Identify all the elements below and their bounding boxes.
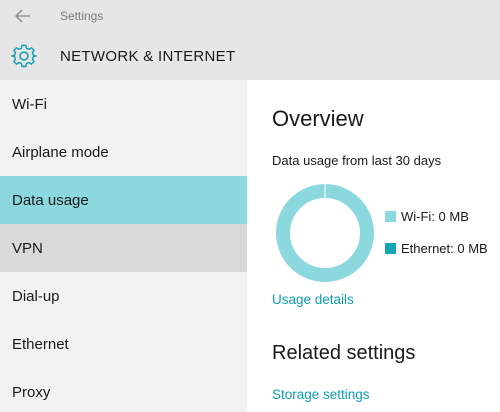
legend-swatch xyxy=(385,243,396,254)
sidebar-item-label: Wi-Fi xyxy=(12,95,47,113)
usage-details-link[interactable]: Usage details xyxy=(272,292,354,307)
sidebar-item-label: Proxy xyxy=(12,383,51,401)
back-button[interactable] xyxy=(12,6,34,26)
sidebar-item-label: Ethernet xyxy=(12,335,69,353)
legend-label: Wi-Fi: 0 MB xyxy=(401,209,469,224)
data-usage-caption: Data usage from last 30 days xyxy=(272,153,442,168)
sidebar: Wi-Fi Airplane mode Data usage VPN Dial-… xyxy=(0,80,247,412)
overview-heading: Overview xyxy=(272,106,364,131)
sidebar-item-data-usage[interactable]: Data usage xyxy=(0,176,247,224)
settings-window: Settings NETWORK & INTERNET Wi-Fi Airpla… xyxy=(0,0,500,412)
sidebar-item-vpn[interactable]: VPN xyxy=(0,224,247,272)
window-title: Settings xyxy=(60,9,104,23)
sidebar-item-label: VPN xyxy=(12,239,43,257)
donut-ring xyxy=(276,184,374,282)
chart-legend: Wi-Fi: 0 MB Ethernet: 0 MB xyxy=(385,208,488,272)
title-bar: Settings xyxy=(0,0,500,32)
sidebar-item-label: Dial-up xyxy=(12,287,60,305)
page-title: NETWORK & INTERNET xyxy=(60,48,236,65)
sidebar-item-proxy[interactable]: Proxy xyxy=(0,368,247,412)
sidebar-item-label: Airplane mode xyxy=(12,143,109,161)
main-content: Overview Data usage from last 30 days Wi… xyxy=(247,80,500,412)
sidebar-item-wifi[interactable]: Wi-Fi xyxy=(0,80,247,128)
sidebar-item-dial-up[interactable]: Dial-up xyxy=(0,272,247,320)
page-header: NETWORK & INTERNET xyxy=(0,32,500,80)
data-usage-donut-chart xyxy=(276,184,374,282)
legend-item-ethernet: Ethernet: 0 MB xyxy=(385,240,488,257)
back-arrow-icon xyxy=(15,9,30,23)
sidebar-item-airplane-mode[interactable]: Airplane mode xyxy=(0,128,247,176)
sidebar-item-ethernet[interactable]: Ethernet xyxy=(0,320,247,368)
legend-swatch xyxy=(385,211,396,222)
legend-label: Ethernet: 0 MB xyxy=(401,241,488,256)
storage-settings-link[interactable]: Storage settings xyxy=(272,387,370,402)
legend-item-wifi: Wi-Fi: 0 MB xyxy=(385,208,488,225)
sidebar-item-label: Data usage xyxy=(12,191,89,209)
gear-icon xyxy=(11,44,37,68)
related-settings-heading: Related settings xyxy=(272,342,416,364)
